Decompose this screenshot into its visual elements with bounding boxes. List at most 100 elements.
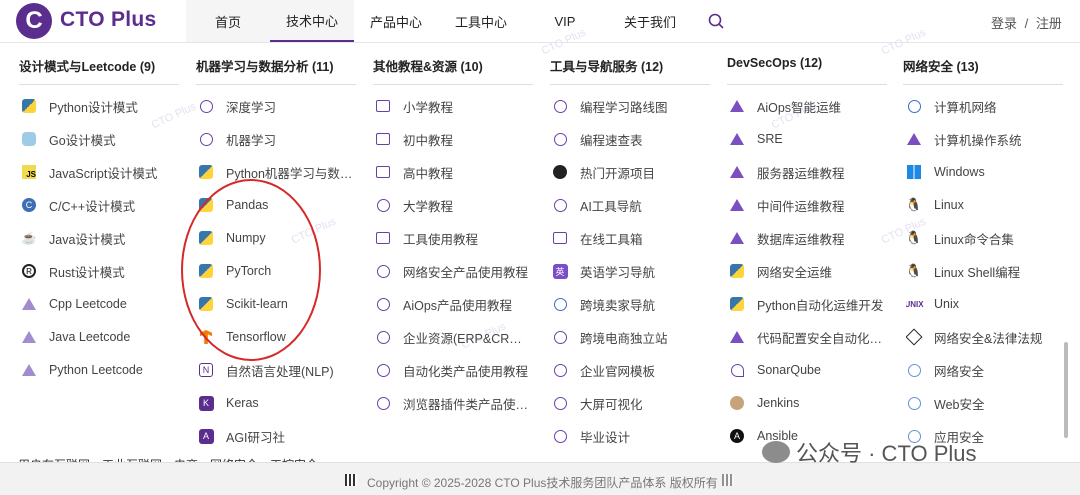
python-icon <box>729 296 745 312</box>
menu-item[interactable]: UNIX Unix <box>906 294 1061 314</box>
menu-item[interactable]: Java Leetcode <box>21 327 176 347</box>
menu-item[interactable]: Python设计模式 <box>21 96 176 116</box>
search-icon[interactable] <box>708 13 724 29</box>
menu-item[interactable]: 网络安全 <box>906 360 1061 380</box>
menu-item[interactable]: SRE <box>729 129 884 149</box>
menu-item[interactable]: 跨境电商独立站 <box>552 327 707 347</box>
category-title-design-patterns[interactable]: 设计模式与Leetcode (9) <box>19 56 155 75</box>
scrollbar[interactable] <box>1064 342 1068 438</box>
menu-item[interactable]: 中间件运维教程 <box>729 195 884 215</box>
menu-item[interactable]: ☕ Java设计模式 <box>21 228 176 248</box>
menu-item[interactable]: 网络安全运维 <box>729 261 884 281</box>
nav-about[interactable]: 关于我们 <box>612 0 688 42</box>
menu-item[interactable]: 网络安全&法律法规 <box>906 327 1061 347</box>
menu-item[interactable]: 计算机网络 <box>906 96 1061 116</box>
menu-item[interactable]: 跨境卖家导航 <box>552 294 707 314</box>
menu-item[interactable]: Cpp Leetcode <box>21 294 176 314</box>
nav-products[interactable]: 产品中心 <box>358 0 434 42</box>
category-title-ml[interactable]: 机器学习与数据分析 (11) <box>196 56 334 75</box>
menu-item[interactable]: 深度学习 <box>198 96 353 116</box>
menu-item[interactable]: 编程学习路线图 <box>552 96 707 116</box>
menu-item-label: 计算机操作系统 <box>934 133 1022 148</box>
menu-item[interactable]: 编程速查表 <box>552 129 707 149</box>
devsecops-icon <box>729 329 745 345</box>
menu-item[interactable]: R Rust设计模式 <box>21 261 176 281</box>
menu-item-label: 大屏可视化 <box>580 397 643 412</box>
menu-item[interactable]: AI工具导航 <box>552 195 707 215</box>
robot-arm-icon <box>375 362 391 378</box>
menu-item[interactable]: Python Leetcode <box>21 360 176 380</box>
category-title-security[interactable]: 网络安全 (13) <box>903 56 979 75</box>
openai-icon <box>552 197 568 213</box>
wechat-watermark: 公众号 · CTO Plus <box>762 436 977 468</box>
menu-item[interactable]: 代码配置安全自动化巡检 <box>729 327 884 347</box>
menu-item[interactable]: 初中教程 <box>375 129 530 149</box>
menu-item[interactable]: 大屏可视化 <box>552 393 707 413</box>
devsecops-icon <box>729 230 745 246</box>
menu-item[interactable]: 大学教程 <box>375 195 530 215</box>
menu-item[interactable]: Windows <box>906 162 1061 182</box>
nav-tech-center[interactable]: 技术中心 <box>270 0 354 42</box>
register-link[interactable]: 注册 <box>1036 16 1062 31</box>
auth-links: 登录 / 注册 <box>989 13 1064 32</box>
logo-icon[interactable]: C <box>16 3 52 39</box>
menu-item[interactable]: Go设计模式 <box>21 129 176 149</box>
menu-item-label: Windows <box>934 165 985 179</box>
menu-item[interactable]: Python自动化运维开发 <box>729 294 884 314</box>
menu-item[interactable]: 小学教程 <box>375 96 530 116</box>
category-title-tools[interactable]: 工具与导航服务 (12) <box>550 56 663 75</box>
menu-item[interactable]: 热门开源项目 <box>552 162 707 182</box>
menu-item[interactable]: K Keras <box>198 393 353 413</box>
highlight-circle <box>181 179 321 361</box>
menu-item[interactable]: 网络安全产品使用教程 <box>375 261 530 281</box>
menu-item[interactable]: AiOps产品使用教程 <box>375 294 530 314</box>
menu-item[interactable]: A AGI研习社 <box>198 426 353 446</box>
menu-item-label: 编程学习路线图 <box>580 100 668 115</box>
menu-item[interactable]: 企业官网模板 <box>552 360 707 380</box>
menu-item[interactable]: 浏览器插件类产品使用… <box>375 393 530 413</box>
menu-item[interactable]: SonarQube <box>729 360 884 380</box>
menu-item-label: 深度学习 <box>226 100 277 115</box>
openai-icon <box>198 131 214 147</box>
keras-icon: K <box>198 395 214 411</box>
menu-item[interactable]: Python机器学习与数… <box>198 162 353 182</box>
category-title-devsecops[interactable]: DevSecOps (12) <box>727 56 822 70</box>
grid-icon <box>375 131 391 147</box>
menu-item[interactable]: 自动化类产品使用教程 <box>375 360 530 380</box>
menu-item[interactable]: 服务器运维教程 <box>729 162 884 182</box>
login-link[interactable]: 登录 <box>991 16 1017 31</box>
menu-item[interactable]: C C/C++设计模式 <box>21 195 176 215</box>
menu-item[interactable]: 在线工具箱 <box>552 228 707 248</box>
menu-item[interactable]: 毕业设计 <box>552 426 707 446</box>
menu-item[interactable]: 英英语学习导航 <box>552 261 707 281</box>
grid-icon <box>375 98 391 114</box>
menu-item[interactable]: 计算机操作系统 <box>906 129 1061 149</box>
javascript-icon: JS <box>21 164 37 180</box>
menu-item[interactable]: 机器学习 <box>198 129 353 149</box>
category-title-tutorials[interactable]: 其他教程&资源 (10) <box>373 56 483 75</box>
menu-item[interactable]: 🐧 Linux命令合集 <box>906 228 1061 248</box>
cpp-icon: C <box>21 197 37 213</box>
menu-item[interactable]: 高中教程 <box>375 162 530 182</box>
menu-item[interactable]: 🐧 Linux <box>906 195 1061 215</box>
menu-item[interactable]: N 自然语言处理(NLP) <box>198 360 353 380</box>
menu-item[interactable]: JS JavaScript设计模式 <box>21 162 176 182</box>
menu-item[interactable]: 工具使用教程 <box>375 228 530 248</box>
brand-name[interactable]: CTO Plus <box>60 8 157 32</box>
menu-item-label: C/C++设计模式 <box>49 199 136 214</box>
menu-item[interactable]: AiOps智能运维 <box>729 96 884 116</box>
menu-item-label: 在线工具箱 <box>580 232 643 247</box>
menu-item[interactable]: 数据库运维教程 <box>729 228 884 248</box>
menu-item-label: 高中教程 <box>403 166 454 181</box>
nav-tools[interactable]: 工具中心 <box>442 0 520 42</box>
menu-item-label: Java设计模式 <box>49 232 126 247</box>
menu-item[interactable]: Jenkins <box>729 393 884 413</box>
menu-item[interactable]: 🐧 Linux Shell编程 <box>906 261 1061 281</box>
menu-item[interactable]: 企业资源(ERP&CRM)… <box>375 327 530 347</box>
menu-item-label: 服务器运维教程 <box>757 166 845 181</box>
menu-item-label: Python Leetcode <box>49 363 143 377</box>
nav-home[interactable]: 首页 <box>186 0 270 42</box>
menu-item[interactable]: Web安全 <box>906 393 1061 413</box>
erp-icon <box>375 329 391 345</box>
english-icon: 英 <box>552 263 568 279</box>
